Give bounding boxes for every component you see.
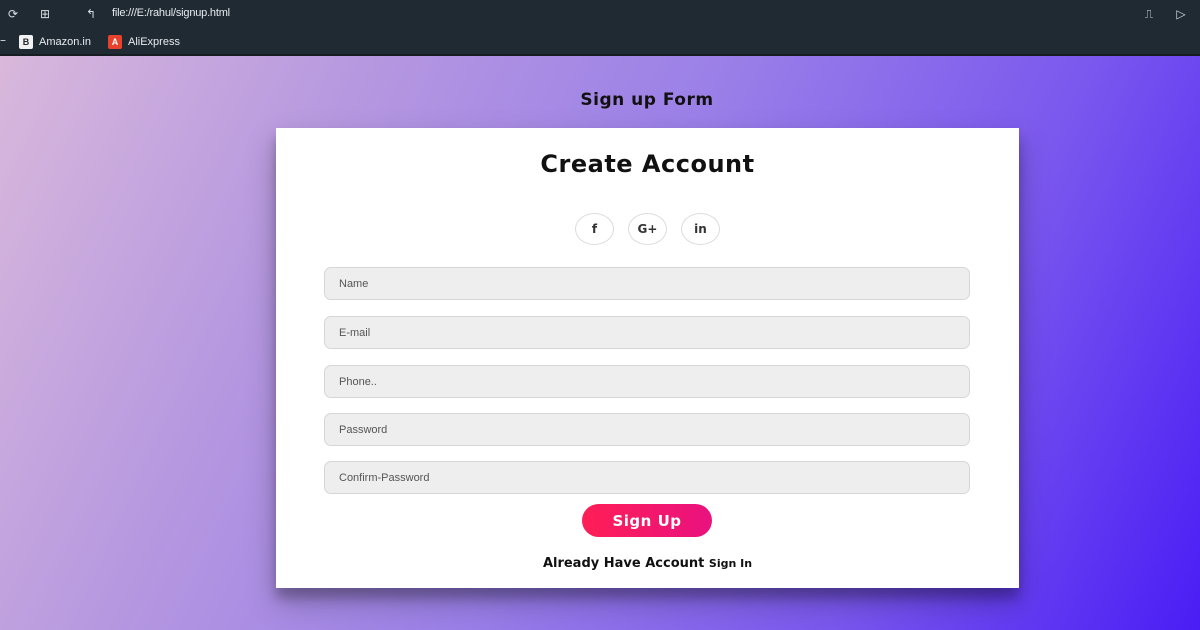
address-bar-row: ⟳ ⊞ ↰ file:///E:/rahul/signup.html ⎍ ▷ — [0, 0, 1200, 30]
password-input[interactable] — [324, 413, 970, 446]
linkedin-icon: in — [694, 222, 707, 236]
bookmark-label: Amazon.in — [39, 36, 91, 48]
bookmarks-bar: – B Amazon.in A AliExpress — [0, 30, 1200, 54]
form-title: Create Account — [540, 150, 755, 178]
email-input[interactable] — [324, 316, 970, 349]
already-account-text: Already Have Account — [542, 556, 705, 571]
amazon-icon: B — [19, 35, 33, 49]
bookmark-aliexpress[interactable]: A AliExpress — [108, 33, 180, 51]
share-icon[interactable]: ▷ — [1174, 7, 1188, 21]
bookmark-amazon[interactable]: B Amazon.in — [19, 33, 91, 51]
tabs-grid-icon[interactable]: ⊞ — [38, 7, 52, 21]
signup-card: Create Account f G+ in Sign Up Already H… — [276, 128, 1019, 588]
address-url[interactable]: file:///E:/rahul/signup.html — [112, 7, 230, 19]
sign-in-link[interactable]: Sign In — [709, 557, 752, 570]
social-login-row: f G+ in — [276, 213, 1019, 245]
page-title: Sign up Form — [580, 90, 714, 110]
name-input[interactable] — [324, 267, 970, 300]
reload-icon[interactable]: ⟳ — [6, 7, 20, 21]
google-plus-icon: G+ — [637, 222, 658, 236]
facebook-icon: f — [591, 222, 598, 236]
page-info-icon[interactable]: ↰ — [84, 7, 98, 21]
aliexpress-icon: A — [108, 35, 122, 49]
facebook-button[interactable]: f — [575, 213, 614, 245]
confirm-password-input[interactable] — [324, 461, 970, 494]
google-plus-button[interactable]: G+ — [628, 213, 667, 245]
reader-mode-icon[interactable]: ⎍ — [1142, 7, 1156, 21]
bookmark-label: AliExpress — [128, 36, 180, 48]
signin-prompt: Already Have Account Sign In — [276, 556, 1019, 571]
bookmark-divider-icon: – — [0, 33, 6, 47]
linkedin-button[interactable]: in — [681, 213, 720, 245]
phone-input[interactable] — [324, 365, 970, 398]
sign-up-button[interactable]: Sign Up — [582, 504, 712, 537]
page-background: Sign up Form Create Account f G+ in Sign… — [0, 56, 1200, 630]
browser-chrome: ⟳ ⊞ ↰ file:///E:/rahul/signup.html ⎍ ▷ –… — [0, 0, 1200, 56]
